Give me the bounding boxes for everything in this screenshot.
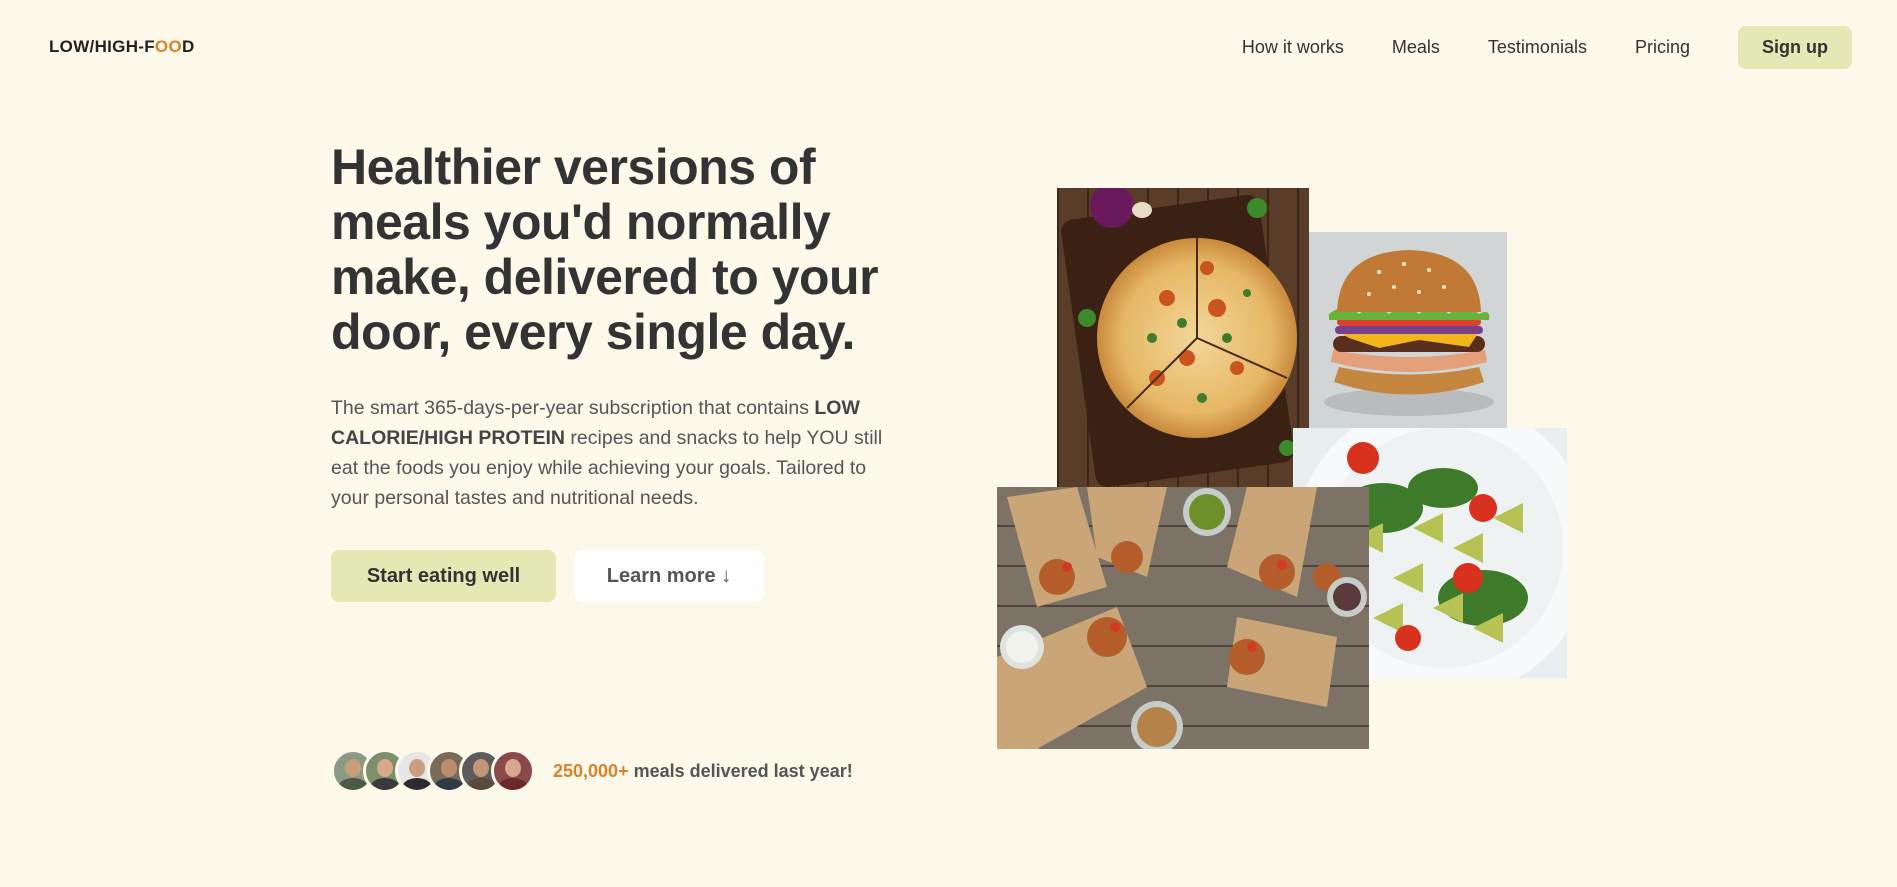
pizza-image [1057,188,1309,488]
logo-prefix: LOW/HIGH-F [49,37,155,56]
learn-more-button[interactable]: Learn more ↓ [574,550,764,602]
logo-suffix: D [181,37,195,56]
avatar [491,749,535,793]
main-nav: How it works Meals Testimonials Pricing … [1194,25,1852,69]
social-proof: 250,000+ meals delivered last year! [331,749,853,793]
cta-row: Start eating well Learn more ↓ [331,550,901,602]
meals-delivered-text: 250,000+ meals delivered last year! [553,761,853,782]
customer-avatars [331,749,535,793]
nav-testimonials[interactable]: Testimonials [1488,37,1587,58]
meals-count: 250,000+ [553,760,629,781]
nav-pricing[interactable]: Pricing [1635,37,1690,58]
nav-how-it-works[interactable]: How it works [1242,37,1344,58]
logo-accent: OO [154,37,182,56]
signup-button[interactable]: Sign up [1738,25,1852,69]
site-header: LOW/HIGH-FOOD How it works Meals Testimo… [0,0,1897,94]
hero-text: Healthier versions of meals you'd normal… [331,140,901,602]
burritos-image [997,487,1369,749]
start-eating-button[interactable]: Start eating well [331,550,556,602]
logo[interactable]: LOW/HIGH-FOOD [49,37,195,57]
meals-delivered-label: meals delivered last year! [628,760,853,781]
hero-headline: Healthier versions of meals you'd normal… [331,139,879,360]
description-part1: The smart 365-days-per-year subscription… [331,397,815,419]
burger-image [1309,232,1507,428]
nav-meals[interactable]: Meals [1392,37,1440,58]
hero-description: The smart 365-days-per-year subscription… [331,393,896,513]
